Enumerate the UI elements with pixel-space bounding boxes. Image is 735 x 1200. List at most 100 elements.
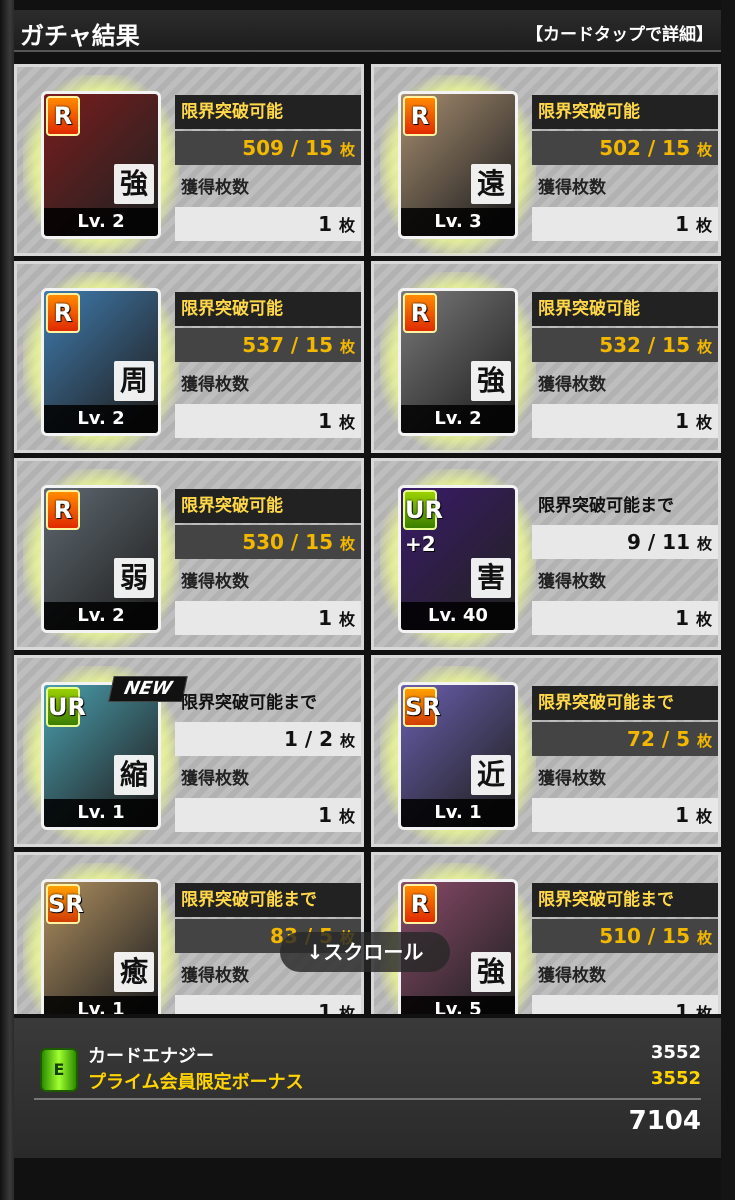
- result-card[interactable]: R 弱 Lv. 2 限界突破可能 530 / 15 枚 獲得枚数 1 枚: [14, 458, 364, 650]
- result-card[interactable]: UR 縮 Lv. 1 NEW 限界突破可能まで 1 / 2 枚 獲得枚数 1 枚: [14, 655, 364, 847]
- count-value-row: 72 / 5 枚: [532, 722, 718, 756]
- count-value-row: 510 / 15 枚: [532, 919, 718, 953]
- result-card[interactable]: R 遠 Lv. 3 限界突破可能 502 / 15 枚 獲得枚数 1 枚: [371, 64, 721, 256]
- got-label: 獲得枚数: [181, 769, 249, 789]
- count-unit: 枚: [339, 141, 355, 159]
- count-value: 9 / 11: [627, 530, 691, 554]
- got-value-row: 1 枚: [175, 601, 361, 635]
- card-thumbnail[interactable]: R 強 Lv. 2: [23, 75, 179, 255]
- level-label: Lv. 1: [44, 996, 158, 1014]
- card-thumbnail[interactable]: UR +2 害 Lv. 40: [380, 469, 536, 649]
- got-value-row: 1 枚: [175, 404, 361, 438]
- scroll-hint[interactable]: ↓スクロール: [280, 932, 450, 972]
- got-value: 1: [318, 606, 333, 630]
- got-label: 獲得枚数: [181, 375, 249, 395]
- got-value-row: 1 枚: [532, 404, 718, 438]
- got-unit: 枚: [338, 807, 355, 826]
- count-unit: 枚: [696, 732, 712, 750]
- got-unit: 枚: [338, 413, 355, 432]
- got-value: 1: [318, 1000, 333, 1014]
- got-unit: 枚: [695, 610, 712, 629]
- count-value: 509 / 15: [242, 136, 334, 160]
- level-label: Lv. 2: [44, 405, 158, 433]
- footer-panel: E カードエナジー 3552 プライム会員限定ボーナス 3552 7104: [14, 1018, 721, 1158]
- limit-label: 限界突破可能まで: [181, 693, 317, 713]
- rarity-badge: SR: [46, 884, 84, 924]
- level-label: Lv. 2: [44, 208, 158, 236]
- level-label: Lv. 5: [401, 996, 515, 1014]
- card-thumbnail[interactable]: UR 縮 Lv. 1 NEW: [23, 666, 188, 846]
- count-value-row: 1 / 2 枚: [175, 722, 361, 756]
- count-unit: 枚: [696, 338, 712, 356]
- limit-label: 限界突破可能まで: [538, 496, 674, 516]
- level-label: Lv. 1: [44, 799, 158, 827]
- count-value: 532 / 15: [599, 333, 691, 357]
- limit-label: 限界突破可能: [175, 292, 361, 326]
- count-value-row: 9 / 11 枚: [532, 525, 718, 559]
- card-thumbnail[interactable]: SR 癒 Lv. 1: [23, 863, 179, 1014]
- type-kanji: 周: [114, 361, 154, 401]
- count-value: 537 / 15: [242, 333, 334, 357]
- card-image: R 強 Lv. 2: [398, 288, 518, 436]
- count-value: 530 / 15: [242, 530, 334, 554]
- rarity-badge: R: [46, 293, 80, 333]
- got-label: 獲得枚数: [181, 178, 249, 198]
- limit-label: 限界突破可能まで: [175, 883, 361, 917]
- got-value-row: 1 枚: [532, 798, 718, 832]
- card-image: SR 癒 Lv. 1: [41, 879, 161, 1014]
- type-kanji: 縮: [114, 755, 154, 795]
- card-thumbnail[interactable]: R 強 Lv. 2: [380, 272, 536, 452]
- total-value: 7104: [628, 1106, 701, 1136]
- got-value-row: 1 枚: [532, 601, 718, 635]
- level-label: Lv. 1: [401, 799, 515, 827]
- type-kanji: 強: [114, 164, 154, 204]
- got-value: 1: [318, 409, 333, 433]
- count-value-row: 509 / 15 枚: [175, 131, 361, 165]
- card-image: R 強 Lv. 2: [41, 91, 161, 239]
- count-unit: 枚: [339, 338, 355, 356]
- result-card[interactable]: R 周 Lv. 2 限界突破可能 537 / 15 枚 獲得枚数 1 枚: [14, 261, 364, 453]
- card-list[interactable]: R 強 Lv. 2 限界突破可能 509 / 15 枚 獲得枚数 1 枚 R 遠: [14, 56, 721, 1014]
- count-value: 72 / 5: [627, 727, 691, 751]
- level-label: Lv. 2: [44, 602, 158, 630]
- type-kanji: 遠: [471, 164, 511, 204]
- energy-icon: E: [40, 1048, 78, 1092]
- result-card[interactable]: R 強 Lv. 2 限界突破可能 532 / 15 枚 獲得枚数 1 枚: [371, 261, 721, 453]
- count-unit: 枚: [696, 141, 712, 159]
- result-card[interactable]: SR 近 Lv. 1 限界突破可能まで 72 / 5 枚 獲得枚数 1 枚: [371, 655, 721, 847]
- header-bar: ガチャ結果 【カードタップで詳細】: [14, 10, 721, 52]
- count-unit: 枚: [696, 929, 712, 947]
- limit-label: 限界突破可能まで: [532, 686, 718, 720]
- card-image: UR +2 害 Lv. 40: [398, 485, 518, 633]
- result-card[interactable]: UR +2 害 Lv. 40 限界突破可能まで 9 / 11 枚 獲得枚数 1 …: [371, 458, 721, 650]
- count-value-row: 537 / 15 枚: [175, 328, 361, 362]
- count-unit: 枚: [339, 732, 355, 750]
- rarity-badge: UR: [403, 490, 443, 530]
- bonus-label: プライム会員限定ボーナス: [88, 1072, 304, 1093]
- type-kanji: 近: [471, 755, 511, 795]
- count-unit: 枚: [696, 535, 712, 553]
- count-value: 502 / 15: [599, 136, 691, 160]
- card-thumbnail[interactable]: SR 近 Lv. 1: [380, 666, 536, 846]
- card-image: SR 近 Lv. 1: [398, 682, 518, 830]
- count-value: 510 / 15: [599, 924, 691, 948]
- divider: [34, 1098, 701, 1100]
- card-thumbnail[interactable]: R 周 Lv. 2: [23, 272, 179, 452]
- got-label: 獲得枚数: [538, 375, 606, 395]
- card-thumbnail[interactable]: R 遠 Lv. 3: [380, 75, 536, 255]
- count-value-row: 530 / 15 枚: [175, 525, 361, 559]
- card-image: UR 縮 Lv. 1: [41, 682, 161, 830]
- rarity-badge: R: [403, 293, 437, 333]
- got-unit: 枚: [338, 1004, 355, 1014]
- card-image: R 周 Lv. 2: [41, 288, 161, 436]
- got-label: 獲得枚数: [538, 966, 606, 986]
- rarity-badge: R: [403, 96, 437, 136]
- got-value: 1: [675, 1000, 690, 1014]
- got-unit: 枚: [695, 1004, 712, 1014]
- rarity-badge: R: [46, 490, 80, 530]
- plus-badge: +2: [405, 532, 436, 556]
- count-unit: 枚: [339, 535, 355, 553]
- result-card[interactable]: R 強 Lv. 2 限界突破可能 509 / 15 枚 獲得枚数 1 枚: [14, 64, 364, 256]
- got-value: 1: [675, 606, 690, 630]
- card-thumbnail[interactable]: R 弱 Lv. 2: [23, 469, 179, 649]
